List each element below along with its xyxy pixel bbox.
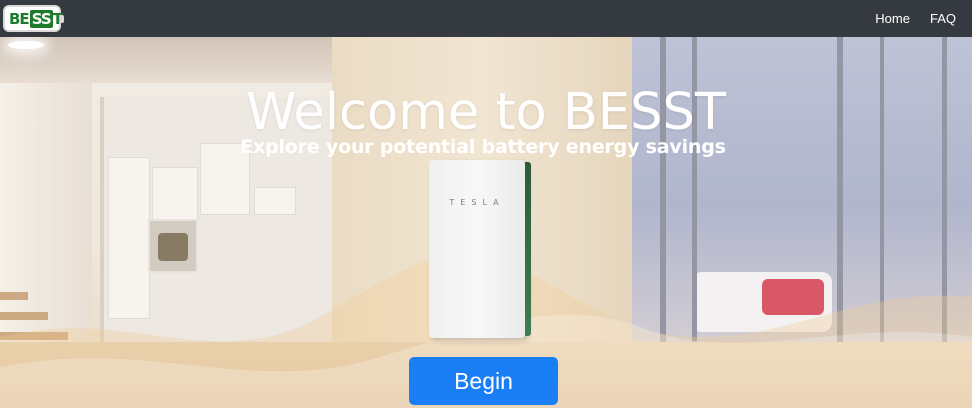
- battery-nub-icon: [60, 15, 64, 23]
- navbar: BE SS T Home FAQ: [0, 0, 972, 37]
- nav-link-faq[interactable]: FAQ: [930, 11, 956, 26]
- begin-button[interactable]: Begin: [409, 357, 558, 405]
- nav-links: Home FAQ: [875, 0, 956, 37]
- nav-link-home[interactable]: Home: [875, 11, 910, 26]
- hero-subtitle: Explore your potential battery energy sa…: [240, 136, 726, 158]
- logo-text-b: SS: [29, 9, 53, 28]
- besst-logo[interactable]: BE SS T: [3, 5, 64, 32]
- hero-title: Welcome to BESST: [245, 83, 727, 142]
- logo-text-a: BE: [9, 9, 30, 28]
- battery-brand: TESLA: [449, 198, 505, 207]
- powerwall-image: TESLA: [429, 160, 525, 338]
- powerwall-edge: [525, 162, 531, 336]
- hero-section: TESLA Welcome to BESST Explore your pote…: [0, 37, 972, 408]
